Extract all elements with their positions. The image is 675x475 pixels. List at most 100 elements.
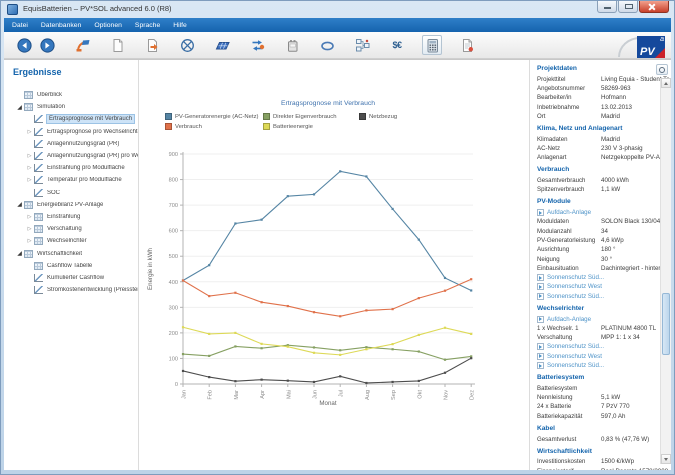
maximize-button[interactable]: [618, 1, 638, 13]
project-data-button[interactable]: [72, 35, 92, 55]
title-bar[interactable]: EquisBatterien – PV*SOL advanced 6.0 (R8…: [1, 1, 674, 18]
tree-item[interactable]: ▷Wechselrichter: [4, 235, 138, 247]
tree-item-label: Temperatur pro Modulfläche: [47, 177, 122, 183]
summary-link[interactable]: Sonnenschutz West: [547, 283, 602, 290]
grid-connection-button[interactable]: [177, 35, 197, 55]
tree-item[interactable]: ◢Energiebilanz PV-Anlage: [4, 199, 138, 211]
minimize-button[interactable]: [597, 1, 617, 13]
expand-link-icon[interactable]: [537, 353, 544, 360]
legend-label: Netzbezug: [369, 114, 397, 120]
wiring-button[interactable]: [352, 35, 372, 55]
svg-text:800: 800: [169, 178, 178, 184]
report-button[interactable]: [457, 35, 477, 55]
summary-link[interactable]: Sonnenschutz Süd...: [547, 293, 604, 300]
chart-panel: Ertragsprognose mit Verbrauch PV-Generat…: [139, 60, 529, 470]
calculator-icon: [425, 38, 440, 53]
table-icon: [24, 91, 33, 99]
summary-link[interactable]: Aufdach-Anlage: [547, 209, 591, 216]
table-icon: [34, 225, 43, 233]
tariff-button[interactable]: $€: [387, 35, 407, 55]
tree-item[interactable]: ◢Wirtschaftlichkeit: [4, 247, 138, 259]
menu-hilfe[interactable]: Hilfe: [173, 22, 187, 29]
forward-button[interactable]: [37, 35, 57, 55]
tree-item[interactable]: Anlagennutzungsgrad (PR): [4, 138, 138, 150]
expand-link-icon[interactable]: [537, 293, 544, 300]
table-icon: [34, 213, 43, 221]
maximize-icon: [625, 4, 633, 9]
summary-link[interactable]: Sonnenschutz Süd...: [547, 274, 604, 281]
expand-icon[interactable]: ▷: [25, 214, 34, 220]
section-title: Batteriesystem: [537, 374, 657, 384]
expand-icon[interactable]: ▷: [25, 238, 34, 244]
chart-plot: 0100200300400500600700800900JanFebMarApr…: [139, 132, 529, 432]
svg-text:Jun: Jun: [313, 390, 319, 399]
tree-item[interactable]: Stromkostenentwicklung (Preissteig: [4, 284, 138, 296]
legend-item: Verbrauch: [165, 123, 263, 130]
new-project-button[interactable]: [107, 35, 127, 55]
tree-item[interactable]: ▷Verschaltung: [4, 223, 138, 235]
expand-link-icon[interactable]: [537, 362, 544, 369]
collapse-icon[interactable]: ◢: [15, 104, 24, 111]
pv-module-button[interactable]: [212, 35, 232, 55]
summary-link[interactable]: Aufdach-Anlage: [547, 316, 591, 323]
collapse-icon[interactable]: ◢: [15, 250, 24, 257]
tree-item[interactable]: ▷ Ertragsprognose pro Wechselrichter: [4, 126, 138, 138]
tree-item[interactable]: ▷Einstrahlung: [4, 211, 138, 223]
expand-link-icon[interactable]: [537, 274, 544, 281]
tree-item[interactable]: ◢Simulation: [4, 101, 138, 113]
summary-value: 1500 €/kWp: [601, 458, 634, 465]
close-button[interactable]: [639, 1, 669, 13]
calculator-button[interactable]: [422, 35, 442, 55]
tree-item[interactable]: ▷ Temperatur pro Modulfläche: [4, 174, 138, 186]
cable-icon: [320, 38, 335, 53]
summary-label: Moduldaten: [537, 218, 601, 225]
tree-item[interactable]: Überblick: [4, 89, 138, 101]
summary-row: Bearbeiter/inHofmann: [537, 93, 657, 102]
system-diagram-button[interactable]: [247, 35, 267, 55]
open-project-button[interactable]: [142, 35, 162, 55]
tree-item[interactable]: SOC: [4, 187, 138, 199]
expand-icon[interactable]: ▷: [25, 226, 34, 232]
summary-scrollbar[interactable]: [660, 78, 671, 464]
tree-item[interactable]: ▷Einstrahlung pro Modulfläche: [4, 162, 138, 174]
svg-text:Nov: Nov: [444, 390, 450, 400]
tree-item[interactable]: Ertragsprognose mit Verbrauch: [4, 113, 138, 125]
tree-item-label: Ertragsprognose pro Wechselrichter: [47, 129, 138, 135]
summary-label: Verschaltung: [537, 334, 601, 341]
expand-icon[interactable]: ▷: [25, 129, 34, 135]
legend-label: Batterieenergie: [273, 124, 313, 130]
collapse-icon[interactable]: ◢: [15, 201, 24, 208]
summary-row: Investitionskosten1500 €/kWp: [537, 457, 657, 466]
project-data-icon: [75, 38, 90, 53]
back-button[interactable]: [14, 35, 34, 55]
tree-item[interactable]: ▷Anlagennutzungsgrad (PR) pro Wech: [4, 150, 138, 162]
menu-datenbanken[interactable]: Datenbanken: [41, 22, 81, 29]
expand-icon[interactable]: ▷: [25, 153, 34, 159]
expand-link-icon[interactable]: [537, 316, 544, 323]
expand-link-icon[interactable]: [537, 283, 544, 290]
section-title: PV-Module: [537, 198, 657, 208]
summary-link[interactable]: Sonnenschutz Süd...: [547, 343, 604, 350]
scrollbar-thumb[interactable]: [662, 293, 670, 355]
svg-text:Okt: Okt: [417, 390, 423, 399]
summary-label: Bearbeiter/in: [537, 94, 601, 101]
tree-item[interactable]: Cashflow Tabelle: [4, 260, 138, 272]
tree-item[interactable]: Kumulierter Cashflow: [4, 272, 138, 284]
expand-link-icon[interactable]: [537, 343, 544, 350]
expand-link-icon[interactable]: [537, 209, 544, 216]
summary-value: 7 PzV 770: [601, 403, 630, 410]
cable-button[interactable]: [317, 35, 337, 55]
menu-sprache[interactable]: Sprache: [135, 22, 160, 29]
summary-label: Projekttitel: [537, 76, 601, 83]
expand-icon[interactable]: ▷: [25, 165, 34, 171]
report-icon: [460, 38, 475, 53]
expand-icon[interactable]: ▷: [25, 177, 34, 183]
pin-button[interactable]: [656, 64, 668, 75]
scroll-up-button[interactable]: [661, 78, 671, 88]
menu-datei[interactable]: Datei: [12, 22, 28, 29]
battery-button[interactable]: [282, 35, 302, 55]
scroll-down-button[interactable]: [661, 454, 671, 464]
menu-optionen[interactable]: Optionen: [94, 22, 122, 29]
summary-link[interactable]: Sonnenschutz West: [547, 353, 602, 360]
summary-link[interactable]: Sonnenschutz Süd...: [547, 362, 604, 369]
